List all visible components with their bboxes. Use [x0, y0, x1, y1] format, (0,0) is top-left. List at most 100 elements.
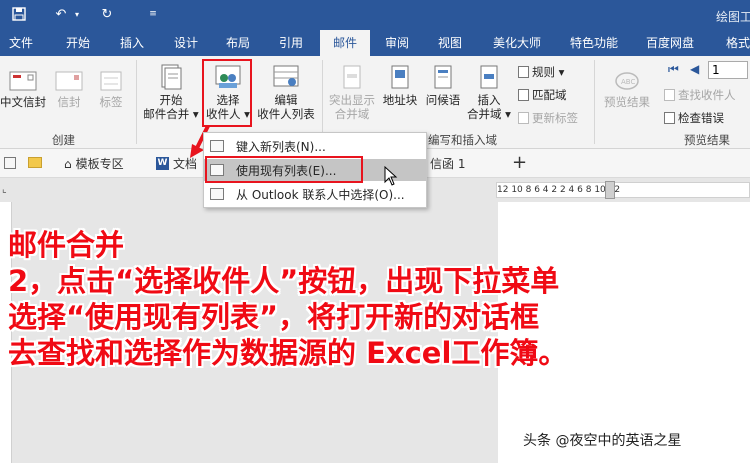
caption-line-3: 选择“使用现有列表”，将打开新的对话框: [8, 300, 540, 334]
envelope-button[interactable]: 信封: [52, 70, 86, 109]
update-labels-icon: [518, 112, 529, 124]
tab-design[interactable]: 设计: [166, 30, 206, 56]
address-block-label: 地址块: [382, 93, 418, 107]
tab-review[interactable]: 审阅: [377, 30, 417, 56]
envelope-label: 信封: [57, 95, 81, 109]
highlight-line2: 合并域: [334, 107, 370, 121]
greeting-line-button[interactable]: 问候语: [422, 64, 464, 107]
check-errors-button[interactable]: 检查错误: [664, 110, 724, 126]
home-icon: ⌂: [64, 156, 72, 171]
sidebar-toggle-icon[interactable]: [4, 157, 16, 169]
svg-text:ABC: ABC: [621, 78, 635, 86]
insert-field-icon: [480, 65, 498, 89]
save-icon[interactable]: [10, 5, 28, 23]
address-block-icon: [391, 65, 409, 89]
tab-beautify-master[interactable]: 美化大师: [484, 30, 550, 56]
record-number-value: 1: [712, 63, 720, 77]
preview-results-label: 预览结果: [604, 95, 650, 109]
tab-home[interactable]: 开始: [58, 30, 98, 56]
address-block-button[interactable]: 地址块: [380, 64, 420, 107]
edit-recipients-line1: 编辑: [274, 93, 298, 107]
preview-results-button[interactable]: ABC 预览结果: [598, 70, 656, 109]
envelope-icon: [9, 71, 37, 91]
insert-field-line2: 合并域 ▾: [467, 107, 511, 121]
tab-mailings[interactable]: 邮件: [320, 30, 370, 56]
caption-line-4: 去查找和选择作为数据源的 Excel工作簿。: [8, 336, 568, 370]
new-list-icon: [210, 140, 224, 152]
previous-record-icon[interactable]: ◀: [690, 62, 699, 76]
menu-item-type-new-list[interactable]: 键入新列表(N)...: [204, 135, 426, 157]
rules-icon: [518, 66, 529, 78]
tab-view[interactable]: 视图: [430, 30, 470, 56]
tutorial-caption: 邮件合并 2，点击“选择收件人”按钮，出现下拉菜单 选择“使用现有列表”，将打开…: [8, 227, 567, 371]
tab-references[interactable]: 引用: [271, 30, 311, 56]
group-divider: [594, 60, 595, 144]
template-zone-label: 模板专区: [75, 157, 124, 171]
tab-baidu-netdisk[interactable]: 百度网盘: [638, 30, 702, 56]
chinese-envelope-label: 中文信封: [0, 95, 46, 109]
tab-format[interactable]: 格式: [718, 30, 750, 56]
menu-item-outlook-contacts[interactable]: 从 Outlook 联系人中选择(O)...: [204, 183, 426, 205]
edit-list-icon: [273, 65, 299, 87]
ruler-ticks: 12 10 8 6 4 2 2 4 6 8 10 12: [497, 185, 621, 195]
match-fields-button[interactable]: 匹配域: [518, 87, 567, 103]
letter-tab-label[interactable]: 信函 1: [430, 155, 465, 172]
greeting-line-icon: [434, 65, 452, 89]
start-merge-line2: 邮件合并 ▾: [143, 107, 199, 121]
labels-icon: [100, 71, 122, 91]
tab-special-features[interactable]: 特色功能: [562, 30, 626, 56]
update-labels-button[interactable]: 更新标签: [518, 110, 578, 126]
rules-button[interactable]: 规则 ▾: [518, 64, 564, 80]
indent-marker-icon[interactable]: [605, 181, 615, 199]
envelope-icon: [55, 71, 83, 91]
ruler-corner-icon: ⌞: [2, 184, 7, 195]
menu-item-label: 键入新列表(N)...: [236, 139, 326, 154]
match-fields-icon: [518, 89, 529, 101]
preview-group-label: 预览结果: [684, 133, 730, 147]
mail-merge-icon: [161, 64, 182, 90]
update-labels-label: 更新标签: [532, 111, 578, 125]
check-errors-icon: [664, 112, 675, 124]
title-bar: ↶ ▾ ↻ ≡ 绘图工: [0, 0, 750, 30]
chinese-envelope-button[interactable]: 中文信封: [0, 70, 46, 109]
find-recipient-label: 查找收件人: [678, 88, 736, 102]
tab-template-zone[interactable]: ⌂ 模板专区: [64, 155, 124, 172]
first-record-icon[interactable]: ⏮: [668, 62, 679, 77]
find-recipient-icon: [664, 89, 675, 101]
customize-toolbar-icon[interactable]: ≡: [144, 5, 162, 23]
group-divider: [136, 60, 137, 144]
tab-insert[interactable]: 插入: [112, 30, 152, 56]
new-tab-button[interactable]: +: [512, 152, 527, 173]
undo-dropdown-icon[interactable]: ▾: [68, 5, 86, 23]
edit-recipients-line2: 收件人列表: [257, 107, 315, 121]
start-merge-line1: 开始: [159, 93, 183, 107]
horizontal-ruler[interactable]: 12 10 8 6 4 2 2 4 6 8 10 12: [496, 181, 750, 199]
caption-line-1: 邮件合并: [8, 228, 125, 262]
tab-file[interactable]: 文件: [0, 30, 42, 56]
outlook-contacts-icon: [210, 188, 224, 200]
caption-line-2: 2，点击“选择收件人”按钮，出现下拉菜单: [8, 264, 560, 298]
write-insert-group-label: 编写和插入域: [428, 133, 497, 147]
match-fields-label: 匹配域: [532, 88, 567, 102]
edit-recipient-list-button[interactable]: 编辑 收件人列表: [254, 64, 318, 121]
greeting-label: 问候语: [425, 93, 461, 107]
start-mail-merge-button[interactable]: 开始 邮件合并 ▾: [140, 64, 202, 121]
record-number-input[interactable]: 1: [708, 61, 748, 79]
labels-button[interactable]: 标签: [94, 70, 128, 109]
folder-icon[interactable]: [28, 157, 42, 168]
window-title: 绘图工: [716, 10, 750, 24]
check-errors-label: 检查错误: [678, 111, 724, 125]
find-recipient-button[interactable]: 查找收件人: [664, 87, 736, 103]
redo-icon[interactable]: ↻: [98, 5, 116, 23]
watermark: 头条 @夜空中的英语之星: [523, 433, 682, 449]
use-existing-list-highlight: [205, 156, 363, 183]
word-doc-icon: W: [156, 157, 169, 170]
highlight-merge-fields-button[interactable]: 突出显示 合并域: [326, 64, 378, 121]
rules-label: 规则 ▾: [532, 65, 565, 79]
highlight-line1: 突出显示: [329, 93, 375, 107]
create-group-label: 创建: [52, 133, 75, 147]
highlight-fields-icon: [343, 65, 361, 89]
preview-icon: ABC: [615, 72, 639, 90]
tab-layout[interactable]: 布局: [218, 30, 258, 56]
insert-merge-field-button[interactable]: 插入 合并域 ▾: [466, 64, 512, 121]
